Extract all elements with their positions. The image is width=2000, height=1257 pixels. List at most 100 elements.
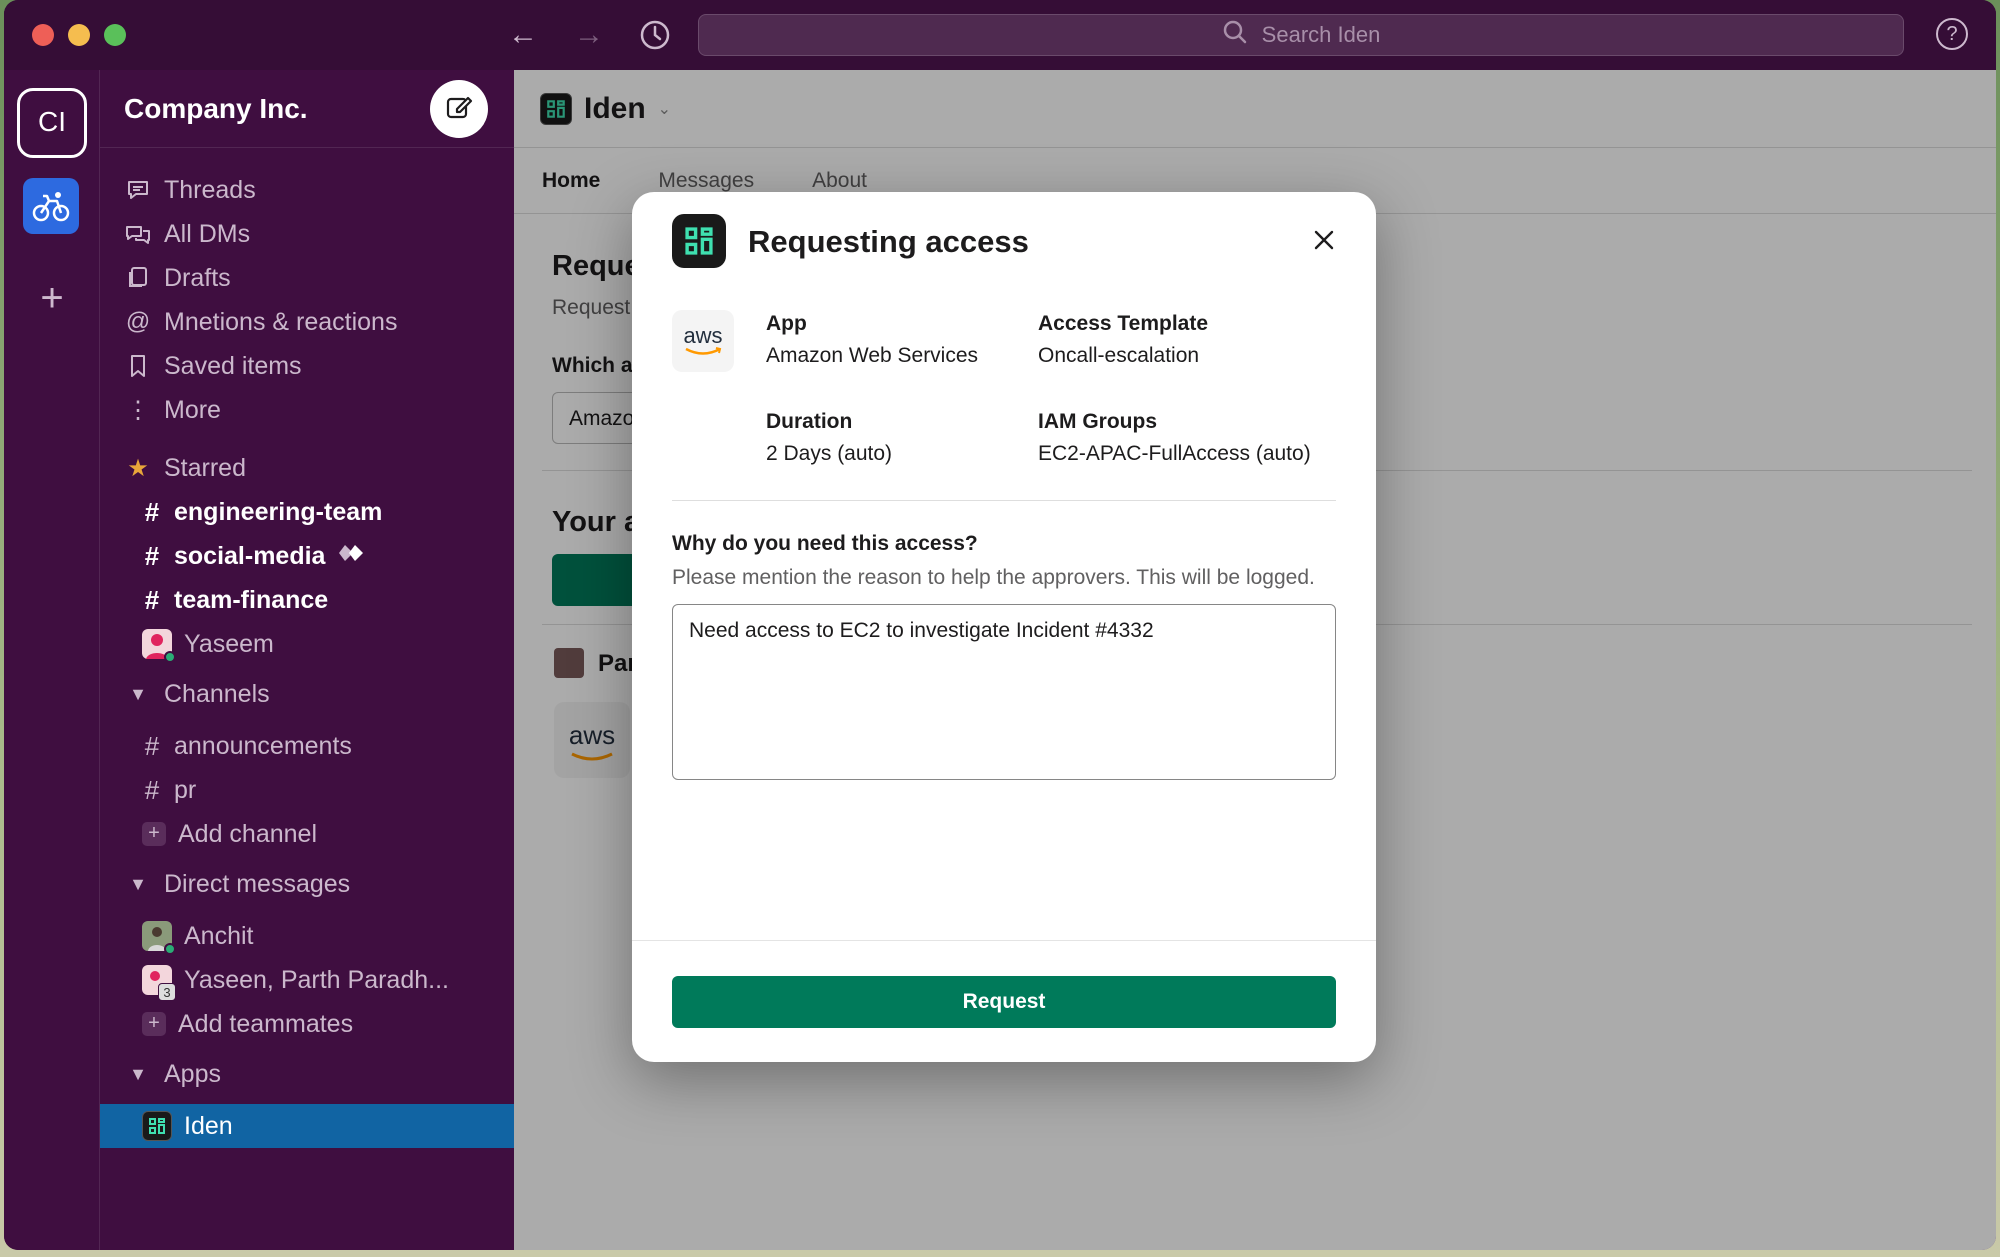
channel-announcements[interactable]: # announcements — [100, 724, 514, 768]
dm-anchit[interactable]: Anchit — [100, 914, 514, 958]
add-channel-label: Add channel — [178, 819, 318, 848]
sidebar-item-saved[interactable]: Saved items — [100, 344, 514, 388]
caret-down-icon: ▼ — [129, 683, 147, 704]
more-vertical-icon: ⋮ — [126, 396, 150, 424]
hash-icon: # — [144, 774, 160, 805]
reason-label: Why do you need this access? — [672, 532, 978, 555]
dms-icon — [124, 221, 152, 247]
zoom-window-button[interactable] — [104, 24, 126, 46]
app-field-label: App — [766, 312, 807, 335]
app-window: ← → Search Iden ? CI + Company Inc. Thre… — [4, 0, 1996, 1250]
search-placeholder: Search Iden — [1261, 22, 1381, 47]
close-icon[interactable] — [1306, 222, 1342, 258]
app-field-value: Amazon Web Services — [766, 344, 979, 367]
iam-field-label: IAM Groups — [1038, 410, 1157, 433]
forward-arrow-icon[interactable]: → — [568, 14, 610, 56]
app-label: Iden — [184, 1111, 233, 1140]
app-iden[interactable]: Iden — [100, 1104, 514, 1148]
add-workspace-plus-icon[interactable]: + — [28, 274, 76, 322]
minimize-window-button[interactable] — [68, 24, 90, 46]
workspace-name: Company Inc. — [124, 92, 308, 124]
search-icon — [1222, 19, 1248, 51]
caret-down-icon: ▼ — [129, 1063, 147, 1084]
dm-group[interactable]: 3 Yaseen, Parth Paradh... — [100, 958, 514, 1002]
aws-logo: aws — [672, 310, 734, 372]
add-teammates-button[interactable]: + Add teammates — [100, 1002, 514, 1046]
sidebar-item-more[interactable]: ⋮ More — [100, 388, 514, 432]
avatar — [142, 629, 176, 663]
drafts-icon — [124, 265, 152, 291]
reason-textarea[interactable]: Need access to EC2 to investigate Incide… — [672, 604, 1336, 780]
sidebar-item-threads[interactable]: Threads — [100, 168, 514, 212]
reason-help-text: Please mention the reason to help the ap… — [672, 566, 1315, 589]
workspace-initials: CI — [38, 106, 66, 137]
section-starred[interactable]: ★ Starred — [100, 446, 514, 490]
dm-label: Anchit — [184, 921, 254, 950]
help-icon[interactable]: ? — [1936, 18, 1968, 50]
compose-edit-icon — [444, 92, 474, 127]
modal-footer-divider — [632, 940, 1376, 941]
template-field-label: Access Template — [1038, 312, 1209, 335]
sidebar-item-label: Threads — [164, 175, 256, 204]
duration-field-value: 2 Days (auto) — [766, 442, 893, 465]
sidebar-item-drafts[interactable]: Drafts — [100, 256, 514, 300]
section-apps[interactable]: ▼ Apps — [100, 1052, 514, 1096]
add-teammates-label: Add teammates — [178, 1009, 354, 1038]
sidebar-nav: Threads All DMs Drafts @ Mnetions & reac… — [100, 148, 514, 1148]
search-bar[interactable]: Search Iden — [698, 14, 1904, 56]
plus-icon: + — [142, 822, 166, 846]
section-label: Direct messages — [164, 869, 351, 898]
channel-label: social-media — [174, 541, 326, 570]
sidebar-item-label: Saved items — [164, 351, 302, 380]
modal-divider — [672, 500, 1336, 501]
compose-button[interactable] — [430, 80, 488, 138]
avatar: 3 — [142, 965, 176, 1001]
presence-indicator — [164, 943, 176, 955]
section-channels[interactable]: ▼ Channels — [100, 672, 514, 716]
iden-app-icon — [672, 214, 726, 268]
aws-logo-text: aws — [683, 323, 723, 348]
add-channel-button[interactable]: + Add channel — [100, 812, 514, 856]
history-clock-icon[interactable] — [634, 14, 676, 56]
sidebar-item-all-dms[interactable]: All DMs — [100, 212, 514, 256]
channel-team-finance[interactable]: # team-finance — [100, 578, 514, 622]
section-direct-messages[interactable]: ▼ Direct messages — [100, 862, 514, 906]
channel-label: team-finance — [174, 585, 329, 614]
dm-yaseem[interactable]: Yaseem — [100, 622, 514, 666]
avatar — [142, 921, 176, 955]
at-icon: @ — [125, 308, 151, 335]
template-field-value: Oncall-escalation — [1038, 344, 1200, 367]
channel-engineering-team[interactable]: # engineering-team — [100, 490, 514, 534]
sidebar-item-label: All DMs — [164, 219, 251, 248]
workspace-header[interactable]: Company Inc. — [100, 70, 514, 148]
request-button[interactable]: Request — [672, 976, 1336, 1028]
sidebar-item-label: Drafts — [164, 263, 231, 292]
dm-label: Yaseen, Parth Paradh... — [184, 965, 449, 994]
shared-channel-icon — [337, 542, 367, 571]
close-window-button[interactable] — [32, 24, 54, 46]
section-label: Starred — [164, 453, 246, 482]
channel-social-media[interactable]: # social-media — [100, 534, 514, 578]
workspace-switcher-ci[interactable]: CI — [17, 88, 87, 158]
workspace-rail: CI + — [4, 70, 100, 1250]
sidebar: Company Inc. Threads All DMs Drafts @ Mn… — [100, 70, 514, 1250]
sidebar-item-mentions[interactable]: @ Mnetions & reactions — [100, 300, 514, 344]
presence-indicator — [164, 651, 176, 663]
request-access-modal: Requesting access aws App Amazon Web Ser… — [632, 192, 1376, 1062]
channel-label: announcements — [174, 731, 352, 760]
duration-field-label: Duration — [766, 410, 853, 433]
channel-label: pr — [174, 775, 197, 804]
dm-label: Yaseem — [184, 629, 274, 658]
caret-down-icon: ▼ — [129, 873, 147, 894]
iden-app-icon — [142, 1111, 172, 1141]
modal-title: Requesting access — [748, 224, 1029, 259]
title-bar: ← → Search Iden ? — [4, 0, 1996, 70]
star-icon: ★ — [127, 454, 149, 482]
channel-pr[interactable]: # pr — [100, 768, 514, 812]
workspace-bike-icon[interactable] — [23, 178, 79, 234]
channel-label: engineering-team — [174, 497, 383, 526]
back-arrow-icon[interactable]: ← — [502, 14, 544, 56]
window-controls — [32, 24, 126, 46]
plus-icon: + — [142, 1012, 166, 1036]
section-label: Apps — [164, 1059, 221, 1088]
